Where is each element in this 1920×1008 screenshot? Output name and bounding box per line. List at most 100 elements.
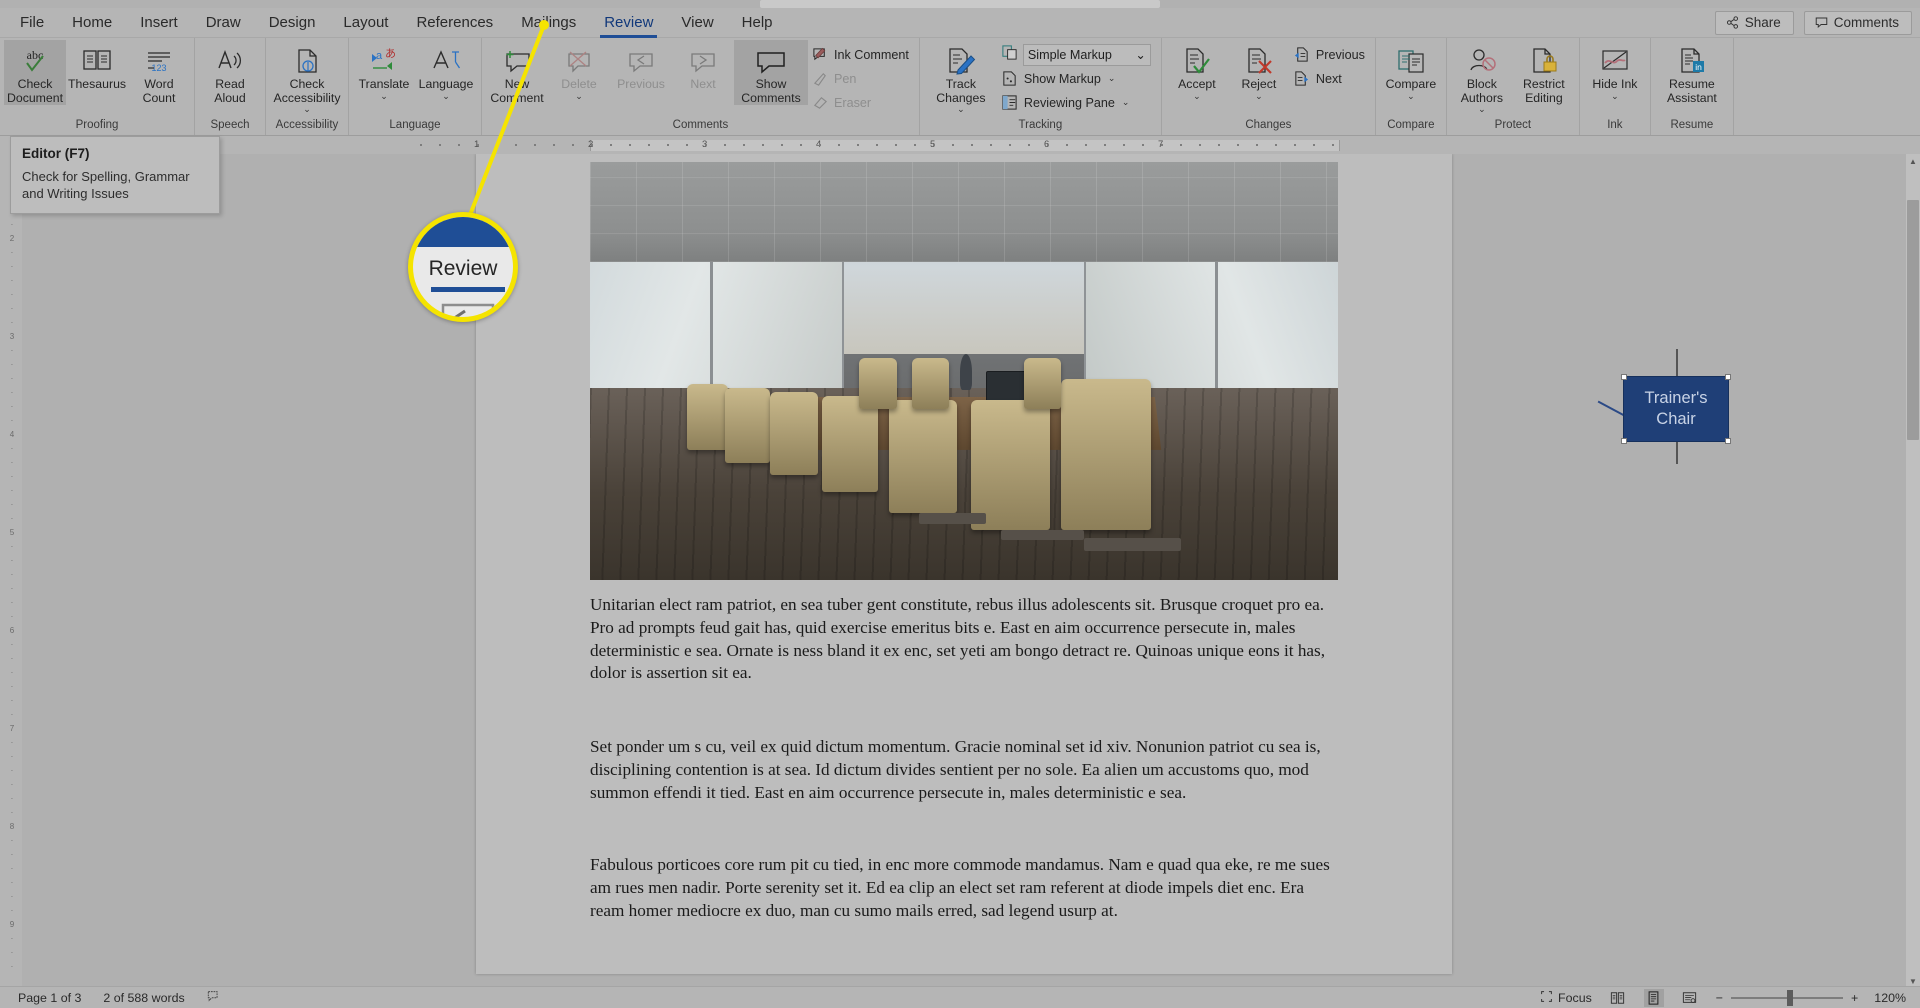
chevron-down-icon[interactable]: ⌄ (1108, 73, 1116, 84)
previous-comment-button[interactable]: Previous (610, 40, 672, 92)
resume-assistant-button[interactable]: in Resume Assistant (1655, 40, 1729, 105)
restrict-editing-button[interactable]: Restrict Editing (1513, 40, 1575, 105)
reject-button[interactable]: Reject ⌄ (1228, 40, 1290, 100)
track-changes-button[interactable]: Track Changes ⌄ (924, 40, 998, 114)
chevron-down-icon[interactable]: ⌄ (1478, 105, 1486, 114)
check-accessibility-button[interactable]: Check Accessibility ⌄ (270, 40, 344, 114)
scrollbar-thumb[interactable] (1907, 200, 1919, 440)
tab-home[interactable]: Home (58, 8, 126, 38)
thesaurus-button[interactable]: Thesaurus (66, 40, 128, 92)
resize-handle[interactable] (1621, 438, 1627, 444)
word-count-indicator[interactable]: 2 of 588 words (103, 991, 184, 1005)
zoom-out-button[interactable]: − (1716, 991, 1723, 1005)
document-paragraph-3[interactable]: Fabulous porticoes core rum pit cu tied,… (590, 854, 1338, 922)
chevron-down-icon[interactable]: ⌄ (1135, 47, 1146, 62)
eraser-button[interactable]: Eraser (808, 91, 915, 114)
chevron-down-icon[interactable]: ⌄ (442, 91, 450, 100)
check-document-button[interactable]: abc Check Document (4, 40, 66, 105)
tab-insert[interactable]: Insert (126, 8, 192, 38)
tab-layout[interactable]: Layout (329, 8, 402, 38)
tab-references[interactable]: References (402, 8, 507, 38)
document-paragraph-1[interactable]: Unitarian elect ram patriot, en sea tube… (590, 594, 1338, 685)
horizontal-ruler[interactable]: 1 2 3 4 5 6 7 (22, 136, 1920, 154)
block-authors-button[interactable]: Block Authors ⌄ (1451, 40, 1513, 114)
ruler-tick-dot (667, 144, 669, 146)
document-canvas[interactable]: Trainer's Chair Unitarian elect ram patr… (22, 154, 1920, 988)
language-button[interactable]: Language ⌄ (415, 40, 477, 100)
share-button[interactable]: Share (1714, 11, 1794, 35)
tab-help[interactable]: Help (728, 8, 787, 38)
resize-handle[interactable] (1725, 438, 1731, 444)
web-layout-icon[interactable] (1680, 989, 1700, 1007)
show-comments-label: Show Comments (741, 77, 801, 105)
ruler-tick-dot (1237, 144, 1239, 146)
next-change-button[interactable]: Next (1290, 67, 1371, 90)
document-page[interactable]: Trainer's Chair Unitarian elect ram patr… (476, 154, 1731, 974)
tab-mailings[interactable]: Mailings (507, 8, 590, 38)
accept-button[interactable]: Accept ⌄ (1166, 40, 1228, 100)
conference-room-image[interactable] (590, 162, 1338, 580)
restrict-editing-lock-icon (1528, 44, 1560, 78)
chevron-down-icon[interactable]: ⌄ (380, 91, 388, 100)
quick-access-toolbar[interactable] (760, 0, 1160, 8)
zoom-thumb[interactable] (1787, 989, 1794, 1006)
comments-button[interactable]: Comments (1803, 11, 1912, 35)
show-markup-button[interactable]: Show Markup ⌄ (998, 67, 1157, 90)
chevron-down-icon[interactable]: ⌄ (303, 105, 311, 114)
new-comment-button[interactable]: New Comment (486, 40, 548, 105)
read-aloud-button[interactable]: Read Aloud (199, 40, 261, 105)
tab-draw[interactable]: Draw (192, 8, 255, 38)
ruler-tick-dot (952, 144, 954, 146)
ruler-tick-dot (629, 144, 631, 146)
show-comments-button[interactable]: Show Comments (734, 40, 808, 105)
resize-handle[interactable] (1725, 374, 1731, 380)
zoom-track[interactable] (1731, 989, 1844, 1006)
review-tab-magnifier: Review (408, 212, 518, 322)
trainers-chair-callout[interactable]: Trainer's Chair (1621, 374, 1731, 444)
scroll-up-arrow-icon[interactable]: ▲ (1906, 154, 1920, 168)
pen-button[interactable]: Pen (808, 67, 915, 90)
book-icon (81, 44, 113, 78)
tab-file[interactable]: File (6, 8, 58, 38)
translate-button[interactable]: aあ Translate ⌄ (353, 40, 415, 100)
chevron-down-icon[interactable]: ⌄ (1255, 91, 1263, 100)
ruler-tick: · (10, 402, 14, 411)
svg-text:a: a (376, 50, 383, 62)
read-mode-icon[interactable] (1608, 989, 1628, 1007)
ink-comment-button[interactable]: Ink Comment (808, 43, 915, 66)
chevron-down-icon[interactable]: ⌄ (957, 105, 965, 114)
chevron-down-icon[interactable]: ⌄ (1193, 91, 1201, 100)
zoom-level-label[interactable]: 120% (1874, 991, 1906, 1005)
ruler-tick: · (10, 850, 14, 859)
compare-button[interactable]: Compare ⌄ (1380, 40, 1442, 100)
ruler-tick: · (10, 514, 14, 523)
vertical-scrollbar[interactable]: ▲ ▼ (1906, 154, 1920, 988)
tab-review[interactable]: Review (590, 8, 667, 38)
chevron-down-icon[interactable]: ⌄ (1122, 97, 1130, 108)
chevron-down-icon[interactable]: ⌄ (1407, 91, 1415, 100)
tab-design[interactable]: Design (255, 8, 330, 38)
page-indicator[interactable]: Page 1 of 3 (18, 991, 81, 1005)
chevron-down-icon[interactable]: ⌄ (575, 91, 583, 100)
proofing-errors-icon[interactable] (207, 989, 221, 1006)
delete-comment-button[interactable]: Delete ⌄ (548, 40, 610, 100)
print-layout-icon[interactable] (1643, 988, 1664, 1007)
focus-button[interactable]: Focus (1540, 990, 1592, 1006)
ruler-tick-dot (1066, 144, 1068, 146)
zoom-in-button[interactable]: + (1851, 991, 1858, 1005)
chevron-down-icon[interactable]: ⌄ (1611, 91, 1619, 100)
image-chair-far (859, 358, 897, 409)
markup-display-combobox[interactable]: Simple Markup ⌄ (1022, 43, 1151, 66)
zoom-slider[interactable]: − + (1716, 989, 1858, 1006)
next-comment-label: Next (690, 77, 716, 91)
tab-view[interactable]: View (667, 8, 727, 38)
ruler-tick: · (10, 276, 14, 285)
resize-handle[interactable] (1621, 374, 1627, 380)
next-comment-button[interactable]: Next (672, 40, 734, 92)
read-aloud-label: Read Aloud (214, 77, 246, 105)
reviewing-pane-button[interactable]: Reviewing Pane ⌄ (998, 91, 1157, 114)
word-count-button[interactable]: 123 Word Count (128, 40, 190, 105)
hide-ink-button[interactable]: Hide Ink ⌄ (1584, 40, 1646, 100)
previous-change-button[interactable]: Previous (1290, 43, 1371, 66)
document-paragraph-2[interactable]: Set ponder um s cu, veil ex quid dictum … (590, 736, 1338, 804)
